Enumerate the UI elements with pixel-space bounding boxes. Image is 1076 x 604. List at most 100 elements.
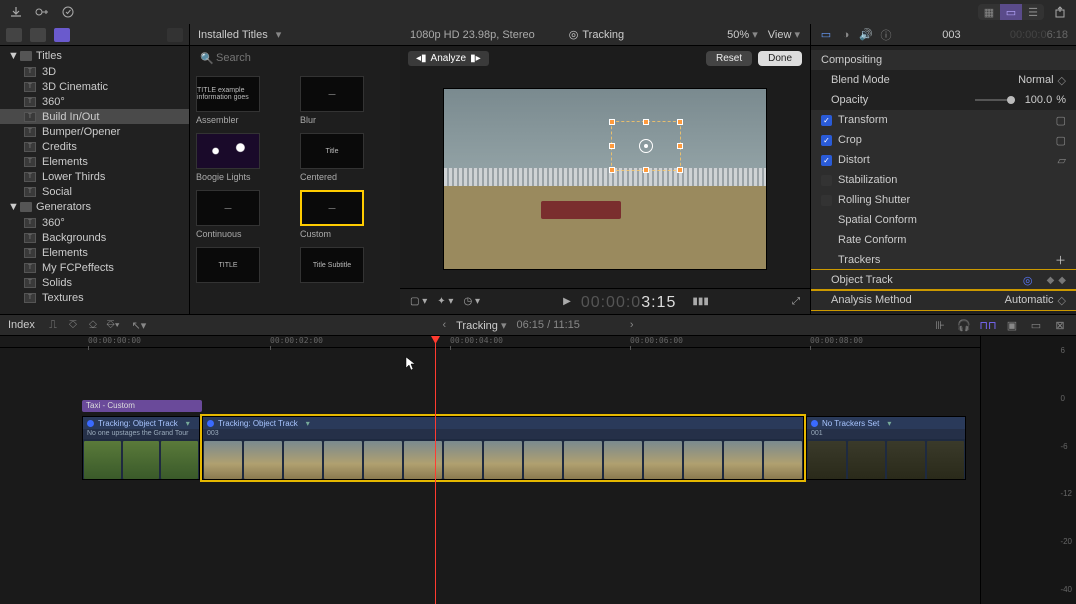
- tree-item[interactable]: TLower Thirds: [0, 169, 189, 184]
- tree-item[interactable]: T3D: [0, 64, 189, 79]
- tree-item[interactable]: TCredits: [0, 139, 189, 154]
- keyword-icon[interactable]: [34, 4, 50, 20]
- timeline-ruler[interactable]: 00:00:00:0000:00:02:0000:00:04:0000:00:0…: [0, 336, 980, 348]
- append-clip-icon[interactable]: ⎐: [85, 318, 101, 332]
- play-button[interactable]: ▶: [563, 296, 571, 307]
- title-thumb[interactable]: TITLE: [196, 247, 260, 283]
- loop-icon[interactable]: ▮▮▮: [692, 296, 709, 307]
- playhead[interactable]: [435, 336, 436, 604]
- tree-item[interactable]: TBumper/Opener: [0, 124, 189, 139]
- layout-segments[interactable]: ▦ ▭ ☰: [978, 4, 1044, 20]
- rate-conform-header[interactable]: Rate Conform: [811, 230, 1076, 250]
- rolling-shutter-header[interactable]: Rolling Shutter: [811, 190, 1076, 210]
- tracking-region[interactable]: [611, 121, 681, 171]
- distort-header[interactable]: ✓Distort▱: [811, 150, 1076, 170]
- opacity-slider[interactable]: [975, 99, 1015, 101]
- bg-task-icon[interactable]: [60, 4, 76, 20]
- skimming-icon[interactable]: ⊪: [932, 318, 948, 332]
- stabilization-header[interactable]: Stabilization: [811, 170, 1076, 190]
- select-tool-icon[interactable]: ↖▾: [131, 318, 147, 332]
- distort-checkbox[interactable]: ✓: [821, 155, 832, 166]
- title-thumb[interactable]: Title Subtitle: [300, 247, 364, 283]
- tree-group[interactable]: ▼Titles: [0, 48, 189, 64]
- tree-item[interactable]: T360°: [0, 215, 189, 230]
- connect-clip-icon[interactable]: ⎍: [45, 318, 61, 332]
- transform-checkbox[interactable]: ✓: [821, 115, 832, 126]
- tree-item[interactable]: TElements: [0, 154, 189, 169]
- compositing-header[interactable]: Compositing: [811, 50, 1076, 70]
- timeline-title[interactable]: Tracking ▾: [456, 319, 506, 332]
- snapping-icon[interactable]: ▣: [1004, 318, 1020, 332]
- video-inspector-icon[interactable]: ▭: [819, 29, 833, 41]
- title-thumb[interactable]: —: [300, 190, 364, 226]
- title-thumb[interactable]: Title: [300, 133, 364, 169]
- title-thumb[interactable]: [196, 133, 260, 169]
- enhance-tool-icon[interactable]: ✦ ▾: [437, 296, 453, 307]
- clip-tracking-badge[interactable]: No Trackers Set▾: [807, 417, 965, 429]
- info-inspector-icon[interactable]: ⓘ: [879, 29, 893, 41]
- title-clip[interactable]: Taxi - Custom: [82, 400, 202, 412]
- layout-browser-icon[interactable]: ▦: [978, 4, 1000, 20]
- audio-skim-icon[interactable]: 🎧: [956, 318, 972, 332]
- solo-icon[interactable]: ⊓⊓: [980, 318, 996, 332]
- import-icon[interactable]: [8, 4, 24, 20]
- tree-group[interactable]: ▼Generators: [0, 199, 189, 215]
- library-tab-icon[interactable]: [6, 28, 22, 42]
- layout-timeline-icon[interactable]: ▭: [1000, 4, 1022, 20]
- analysis-method-row[interactable]: Analysis Method Automatic ◇: [811, 290, 1076, 310]
- tree-item[interactable]: T360°: [0, 94, 189, 109]
- tree-item[interactable]: TSolids: [0, 275, 189, 290]
- timeline-clip[interactable]: Tracking: Object Track▾No one upstages t…: [82, 416, 200, 480]
- tree-item[interactable]: TBackgrounds: [0, 230, 189, 245]
- crop-checkbox[interactable]: ✓: [821, 135, 832, 146]
- insert-clip-icon[interactable]: ⎏: [65, 318, 81, 332]
- reset-button[interactable]: Reset: [706, 51, 752, 66]
- crop-tool-icon[interactable]: ▢ ▾: [410, 296, 427, 307]
- overwrite-clip-icon[interactable]: ⎑▾: [105, 318, 121, 332]
- clip-tracking-badge[interactable]: Tracking: Object Track▾: [203, 417, 803, 429]
- generators-tab-icon[interactable]: [167, 28, 183, 42]
- tl-layout2-icon[interactable]: ⊠: [1052, 318, 1068, 332]
- keyframe-next-icon[interactable]: ◆: [1058, 275, 1066, 286]
- title-thumb[interactable]: —: [196, 190, 260, 226]
- crop-header[interactable]: ✓Crop▢: [811, 130, 1076, 150]
- photos-tab-icon[interactable]: [30, 28, 46, 42]
- search-input[interactable]: [198, 52, 392, 64]
- tree-item[interactable]: TTextures: [0, 290, 189, 305]
- tree-item[interactable]: TBuild In/Out: [0, 109, 189, 124]
- rolling-shutter-checkbox[interactable]: [821, 195, 832, 206]
- titles-tab-icon[interactable]: [54, 28, 70, 42]
- nav-prev-icon[interactable]: ‹: [442, 319, 446, 331]
- index-button[interactable]: Index: [8, 319, 35, 331]
- retime-tool-icon[interactable]: ◷ ▾: [463, 296, 480, 307]
- done-button[interactable]: Done: [758, 51, 802, 66]
- trackers-header[interactable]: Trackers＋: [811, 250, 1076, 270]
- blend-mode-row[interactable]: Blend Mode Normal ◇: [811, 70, 1076, 90]
- title-thumb[interactable]: —: [300, 76, 364, 112]
- spatial-conform-header[interactable]: Spatial Conform: [811, 210, 1076, 230]
- object-track-target-icon[interactable]: ◎: [1023, 274, 1033, 287]
- share-icon[interactable]: [1052, 4, 1068, 20]
- tree-item[interactable]: TElements: [0, 245, 189, 260]
- distort-reset-icon[interactable]: ▱: [1058, 154, 1066, 167]
- step-back-icon[interactable]: ◂▮: [416, 53, 427, 64]
- keyframe-prev-icon[interactable]: ◆: [1047, 275, 1055, 286]
- color-inspector-icon[interactable]: ◑: [839, 29, 853, 41]
- analyze-button[interactable]: ◂▮ Analyze ▮▸: [408, 51, 489, 66]
- stabilization-checkbox[interactable]: [821, 175, 832, 186]
- crop-reset-icon[interactable]: ▢: [1056, 134, 1066, 147]
- fullscreen-icon[interactable]: ⤢: [792, 296, 800, 307]
- layout-inspector-icon[interactable]: ☰: [1022, 4, 1044, 20]
- transform-header[interactable]: ✓Transform▢: [811, 110, 1076, 130]
- timeline-clip[interactable]: Tracking: Object Track▾003: [202, 416, 804, 480]
- step-fwd-icon[interactable]: ▮▸: [470, 53, 481, 64]
- transform-reset-icon[interactable]: ▢: [1056, 114, 1066, 127]
- timeline-tracks[interactable]: 00:00:00:0000:00:02:0000:00:04:0000:00:0…: [0, 336, 980, 604]
- viewer-canvas[interactable]: [443, 88, 767, 270]
- tl-layout1-icon[interactable]: ▭: [1028, 318, 1044, 332]
- nav-next-icon[interactable]: ›: [630, 319, 634, 331]
- tree-item[interactable]: TMy FCPeffects: [0, 260, 189, 275]
- tree-item[interactable]: T3D Cinematic: [0, 79, 189, 94]
- browser-heading[interactable]: Installed Titles: [198, 29, 268, 41]
- add-tracker-button[interactable]: ＋: [1055, 252, 1066, 268]
